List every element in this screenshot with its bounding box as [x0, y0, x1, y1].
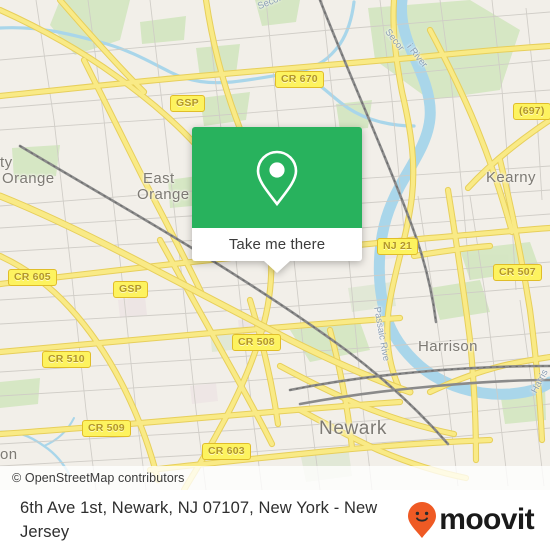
callout-tail-pointer: [264, 261, 290, 273]
moovit-logo[interactable]: moovit: [407, 501, 535, 539]
osm-attribution-bar: © OpenStreetMap contributors: [0, 466, 550, 490]
callout-action-bar[interactable]: Take me there: [192, 228, 362, 261]
orange-smiley-pin-icon: [408, 502, 437, 538]
map-canvas[interactable]: Orange ty East Orange Kearny Harrison Newark on…: [0, 0, 550, 490]
location-title: 6th Ave 1st, Newark, NJ 07107, New York …: [20, 499, 378, 541]
moovit-wordmark: moovit: [439, 503, 534, 536]
destination-callout-card[interactable]: Take me there: [192, 127, 362, 273]
take-me-there-label: Take me there: [228, 236, 326, 253]
location-pin-icon: [256, 150, 298, 206]
footer-bar: 6th Ave 1st, Newark, NJ 07107, New York …: [0, 490, 550, 550]
moovit-map-screenshot: Orange ty East Orange Kearny Harrison Newark on…: [0, 0, 550, 550]
osm-attribution-text: © OpenStreetMap contributors: [12, 471, 185, 485]
callout-pin-area: [192, 127, 362, 228]
